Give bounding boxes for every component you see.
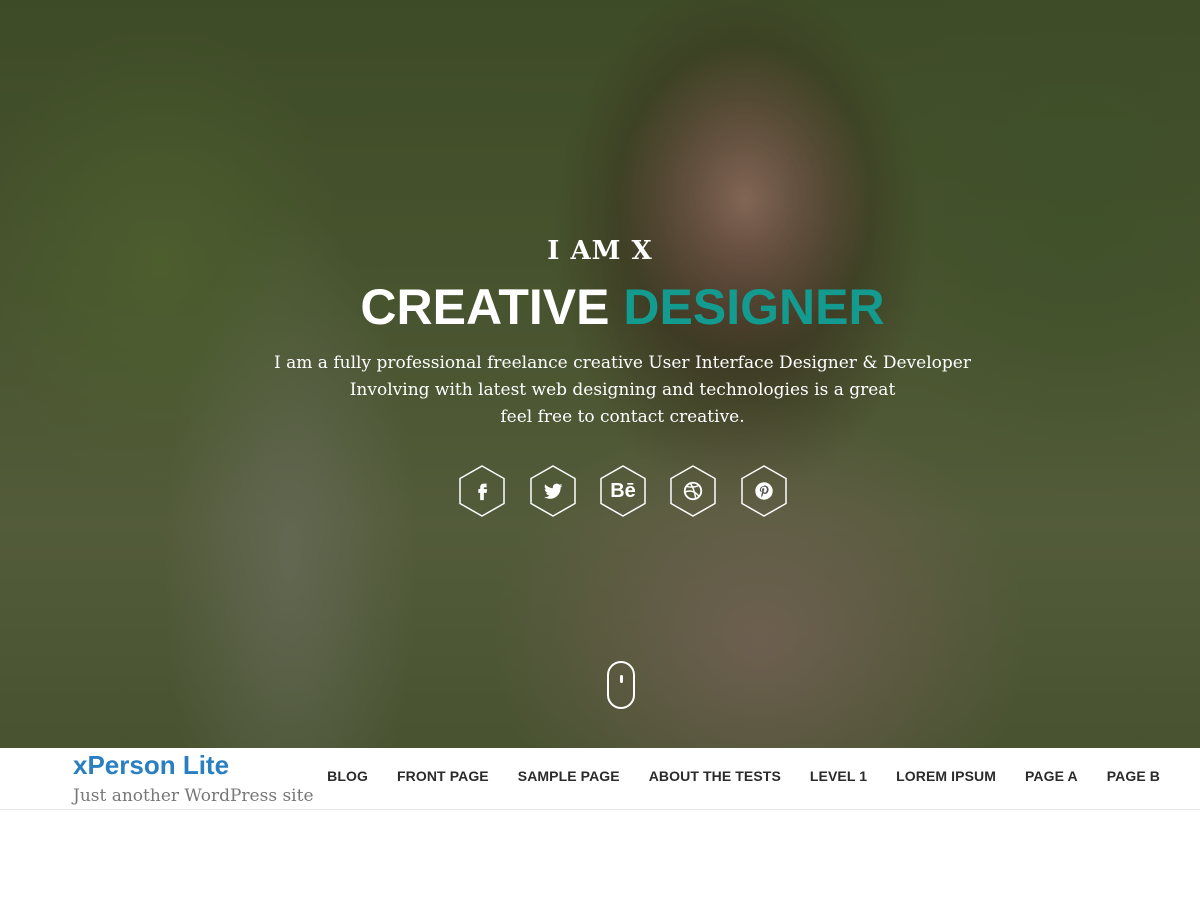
facebook-link[interactable] — [459, 465, 505, 517]
nav-item-sample-page[interactable]: SAMPLE PAGE — [518, 768, 620, 784]
hero-description-line: I am a fully professional freelance crea… — [274, 353, 971, 373]
nav-item-lorem-ipsum[interactable]: LOREM IPSUM — [896, 768, 996, 784]
hero-title: CREATIVE DESIGNER — [0, 278, 1200, 336]
pinterest-icon — [755, 482, 773, 500]
nav-item-front-page[interactable]: FRONT PAGE — [397, 768, 489, 784]
social-links: Bē — [459, 465, 789, 517]
hero-description: I am a fully professional freelance crea… — [0, 350, 1200, 431]
behance-link[interactable]: Bē — [600, 465, 646, 517]
pinterest-link[interactable] — [741, 465, 787, 517]
hero-description-line: feel free to contact creative. — [500, 407, 745, 427]
twitter-link[interactable] — [530, 465, 576, 517]
dribbble-link[interactable] — [670, 465, 716, 517]
nav-item-page-b[interactable]: PAGE B — [1107, 768, 1160, 784]
site-title-link[interactable]: xPerson Lite — [73, 750, 229, 781]
main-navigation: BLOG FRONT PAGE SAMPLE PAGE ABOUT THE TE… — [327, 768, 1160, 784]
hero-title-primary: CREATIVE — [360, 279, 610, 335]
nav-item-level-1[interactable]: LEVEL 1 — [810, 768, 867, 784]
hero-title-accent: DESIGNER — [623, 279, 885, 335]
dribbble-icon — [683, 481, 703, 501]
hero-description-line: Involving with latest web designing and … — [349, 380, 896, 400]
scroll-down-mouse-icon[interactable] — [607, 661, 635, 709]
nav-item-page-a[interactable]: PAGE A — [1025, 768, 1078, 784]
hero-section: I AM X CREATIVE DESIGNER I am a fully pr… — [0, 0, 1200, 748]
mouse-wheel — [620, 675, 623, 683]
behance-icon: Bē — [610, 479, 636, 502]
hero-pretitle: I AM X — [547, 236, 653, 266]
facebook-icon — [478, 483, 488, 501]
nav-item-about-the-tests[interactable]: ABOUT THE TESTS — [649, 768, 781, 784]
site-header: xPerson Lite Just another WordPress site… — [0, 748, 1200, 810]
nav-item-blog[interactable]: BLOG — [327, 768, 368, 784]
twitter-icon — [544, 483, 563, 499]
site-tagline: Just another WordPress site — [73, 786, 314, 806]
